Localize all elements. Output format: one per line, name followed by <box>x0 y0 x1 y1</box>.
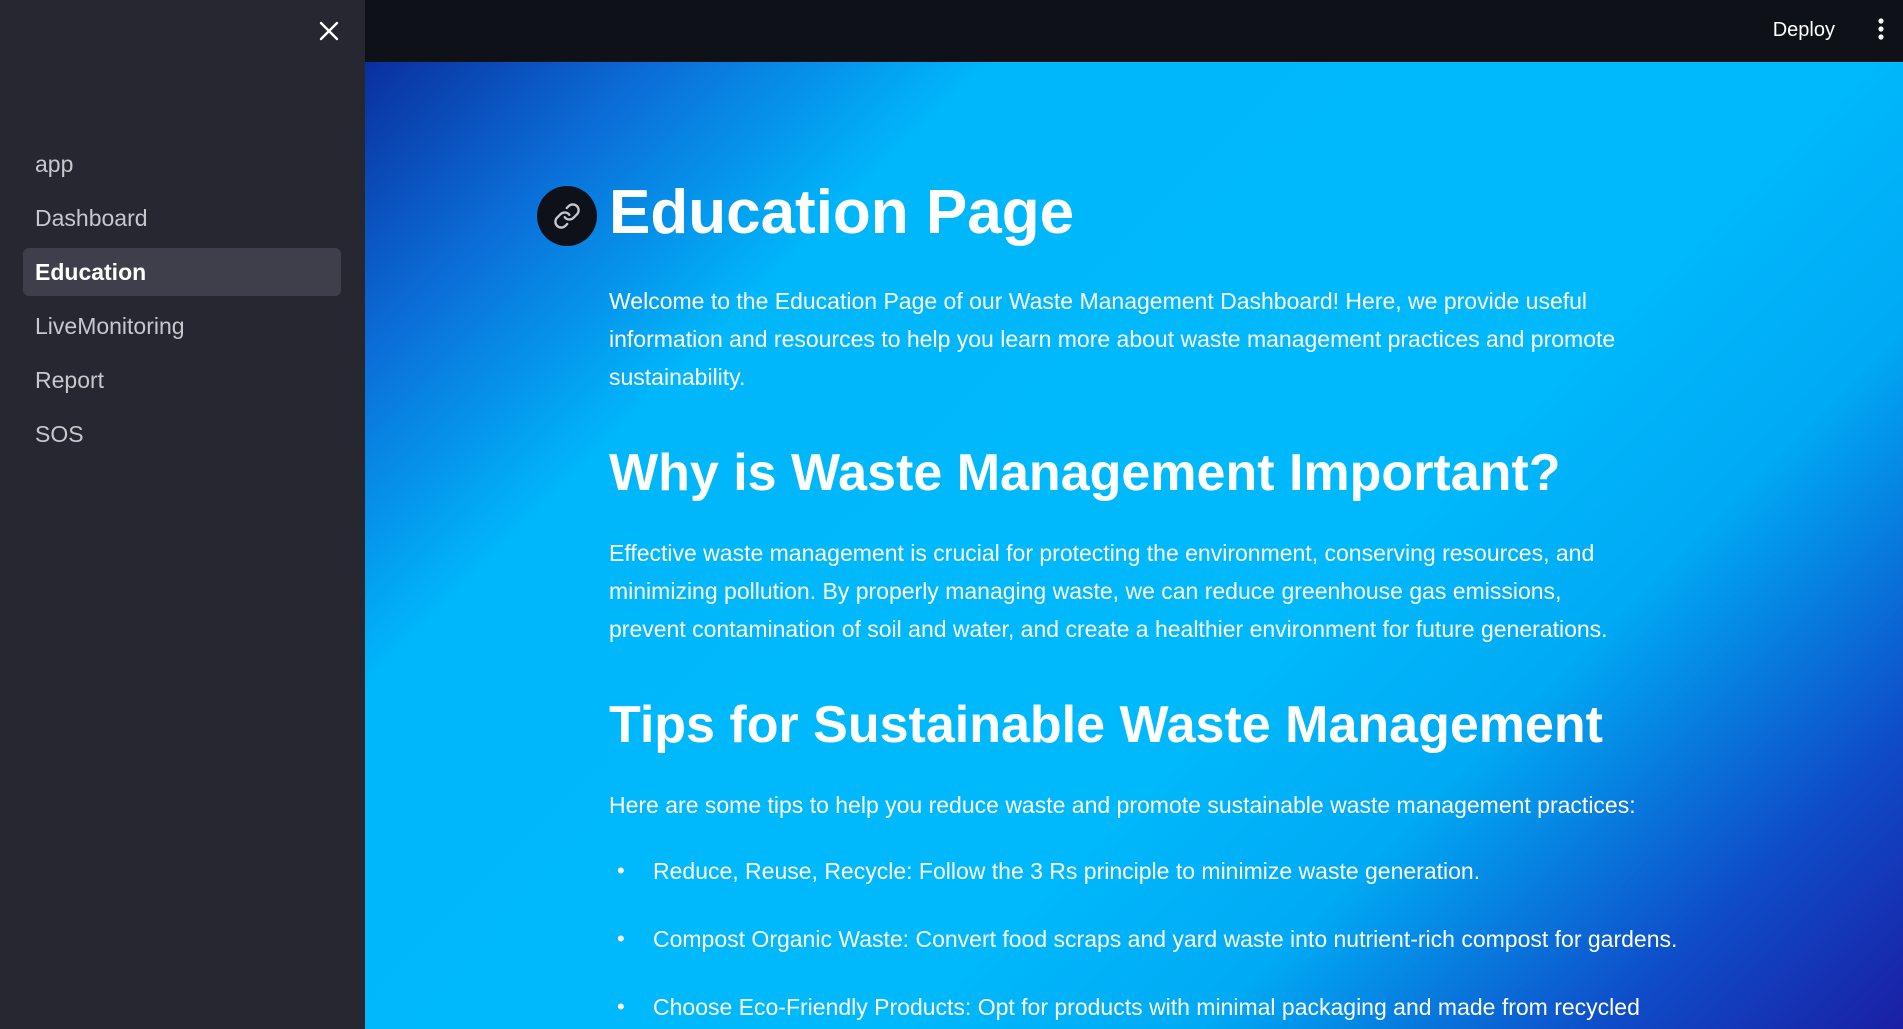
tip-text: Compost Organic Waste: Convert food scra… <box>653 926 1678 952</box>
tip-text: Reduce, Reuse, Recycle: Follow the 3 Rs … <box>653 858 1481 884</box>
bullet-icon: • <box>617 926 625 951</box>
sidebar: app Dashboard Education LiveMonitoring R… <box>0 0 365 1029</box>
sidebar-item-sos[interactable]: SOS <box>23 410 341 458</box>
list-item: • Compost Organic Waste: Convert food sc… <box>609 920 1677 958</box>
link-icon[interactable] <box>537 186 597 246</box>
sidebar-item-app[interactable]: app <box>23 140 341 188</box>
tips-heading: Tips for Sustainable Waste Management <box>609 696 1603 754</box>
tip-text: Choose Eco-Friendly Products: Opt for pr… <box>653 994 1640 1020</box>
main-menu-button[interactable] <box>1869 14 1893 48</box>
sidebar-item-report[interactable]: Report <box>23 356 341 404</box>
sidebar-item-education[interactable]: Education <box>23 248 341 296</box>
tips-intro-paragraph: Here are some tips to help you reduce wa… <box>609 792 1636 818</box>
close-icon <box>318 20 340 47</box>
deploy-button[interactable]: Deploy <box>1761 12 1847 48</box>
sidebar-item-dashboard[interactable]: Dashboard <box>23 194 341 242</box>
list-item: • Choose Eco-Friendly Products: Opt for … <box>609 988 1659 1026</box>
sidebar-item-livemonitoring[interactable]: LiveMonitoring <box>23 302 341 350</box>
intro-paragraph: Welcome to the Education Page of our Was… <box>609 288 1616 390</box>
tips-list: • Reduce, Reuse, Recycle: Follow the 3 R… <box>609 852 1677 1029</box>
close-sidebar-button[interactable] <box>312 16 346 50</box>
why-paragraph: Effective waste management is crucial fo… <box>609 540 1608 642</box>
sidebar-nav: app Dashboard Education LiveMonitoring R… <box>23 140 341 464</box>
why-heading: Why is Waste Management Important? <box>609 444 1561 502</box>
page-title: Education Page <box>609 178 1075 247</box>
kebab-menu-icon <box>1877 17 1885 46</box>
bullet-icon: • <box>617 858 625 883</box>
top-toolbar: Deploy <box>365 0 1903 62</box>
bullet-icon: • <box>617 994 625 1019</box>
list-item: • Reduce, Reuse, Recycle: Follow the 3 R… <box>609 852 1659 890</box>
main-content: Education Page Welcome to the Education … <box>365 62 1903 1029</box>
